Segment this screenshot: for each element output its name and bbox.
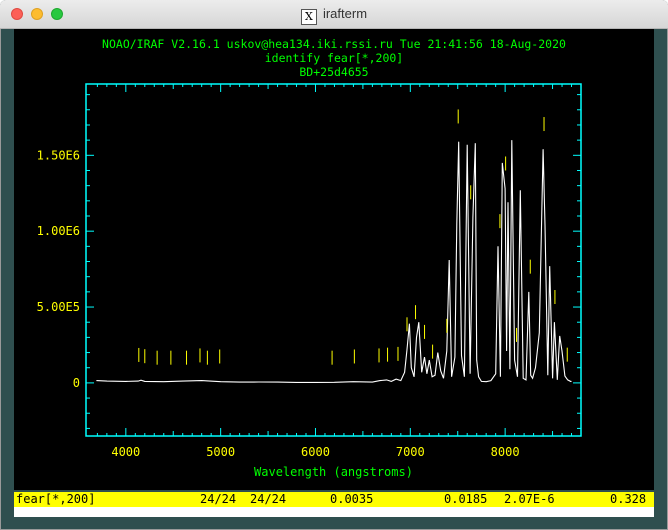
window-title: irafterm: [322, 6, 368, 21]
plot-header-system: NOAO/IRAF V2.16.1 uskov@hea134.iki.rssi.…: [102, 37, 566, 51]
status-nonlinear: 2.07E-6: [504, 492, 555, 506]
spectrum-line: [96, 140, 572, 383]
irafterm-window: Xirafterm 4000 5000 6000 7000 8000 0 5.00E5 1.0…: [0, 0, 668, 530]
status-rms: 0.0035: [330, 492, 374, 506]
x-tick-label: 4000: [111, 445, 140, 459]
title-bar[interactable]: Xirafterm: [0, 0, 668, 29]
terminal-bottom-strip: [14, 507, 654, 517]
x11-icon: X: [300, 9, 317, 25]
status-dispersion: 0.0185: [444, 492, 488, 506]
plot-frame: [85, 83, 582, 437]
y-tick-label: 0: [73, 376, 80, 390]
y-tick-label: 1.50E6: [37, 148, 80, 162]
x-axis-label: Wavelength (angstroms): [254, 465, 413, 479]
plot-header-object: BD+25d4655: [299, 65, 369, 79]
y-tick-label: 1.00E6: [37, 224, 80, 238]
plot-canvas[interactable]: 4000 5000 6000 7000 8000 0 5.00E5 1.00E6 1.50E6 W…: [14, 29, 654, 490]
status-bar: fear[*,200] 24/24 24/24 0.0035 0.0185 2.…: [14, 492, 654, 507]
status-feature-count: 24/24: [250, 492, 287, 506]
status-image-name: fear[*,200]: [16, 492, 96, 506]
status-value: 0.328: [610, 492, 647, 506]
status-feature-index: 24/24: [200, 492, 237, 506]
x-tick-label: 7000: [396, 445, 425, 459]
window-title-wrap: Xirafterm: [0, 6, 668, 25]
x-tick-label: 5000: [206, 445, 235, 459]
y-tick-label: 5.00E5: [37, 300, 80, 314]
plot-header-task: identify fear[*,200]: [264, 51, 404, 65]
spectrum-chart[interactable]: 4000 5000 6000 7000 8000 0 5.00E5 1.00E6 1.50E6 W…: [14, 29, 654, 490]
x-tick-label: 8000: [491, 445, 520, 459]
x-tick-label: 6000: [301, 445, 330, 459]
